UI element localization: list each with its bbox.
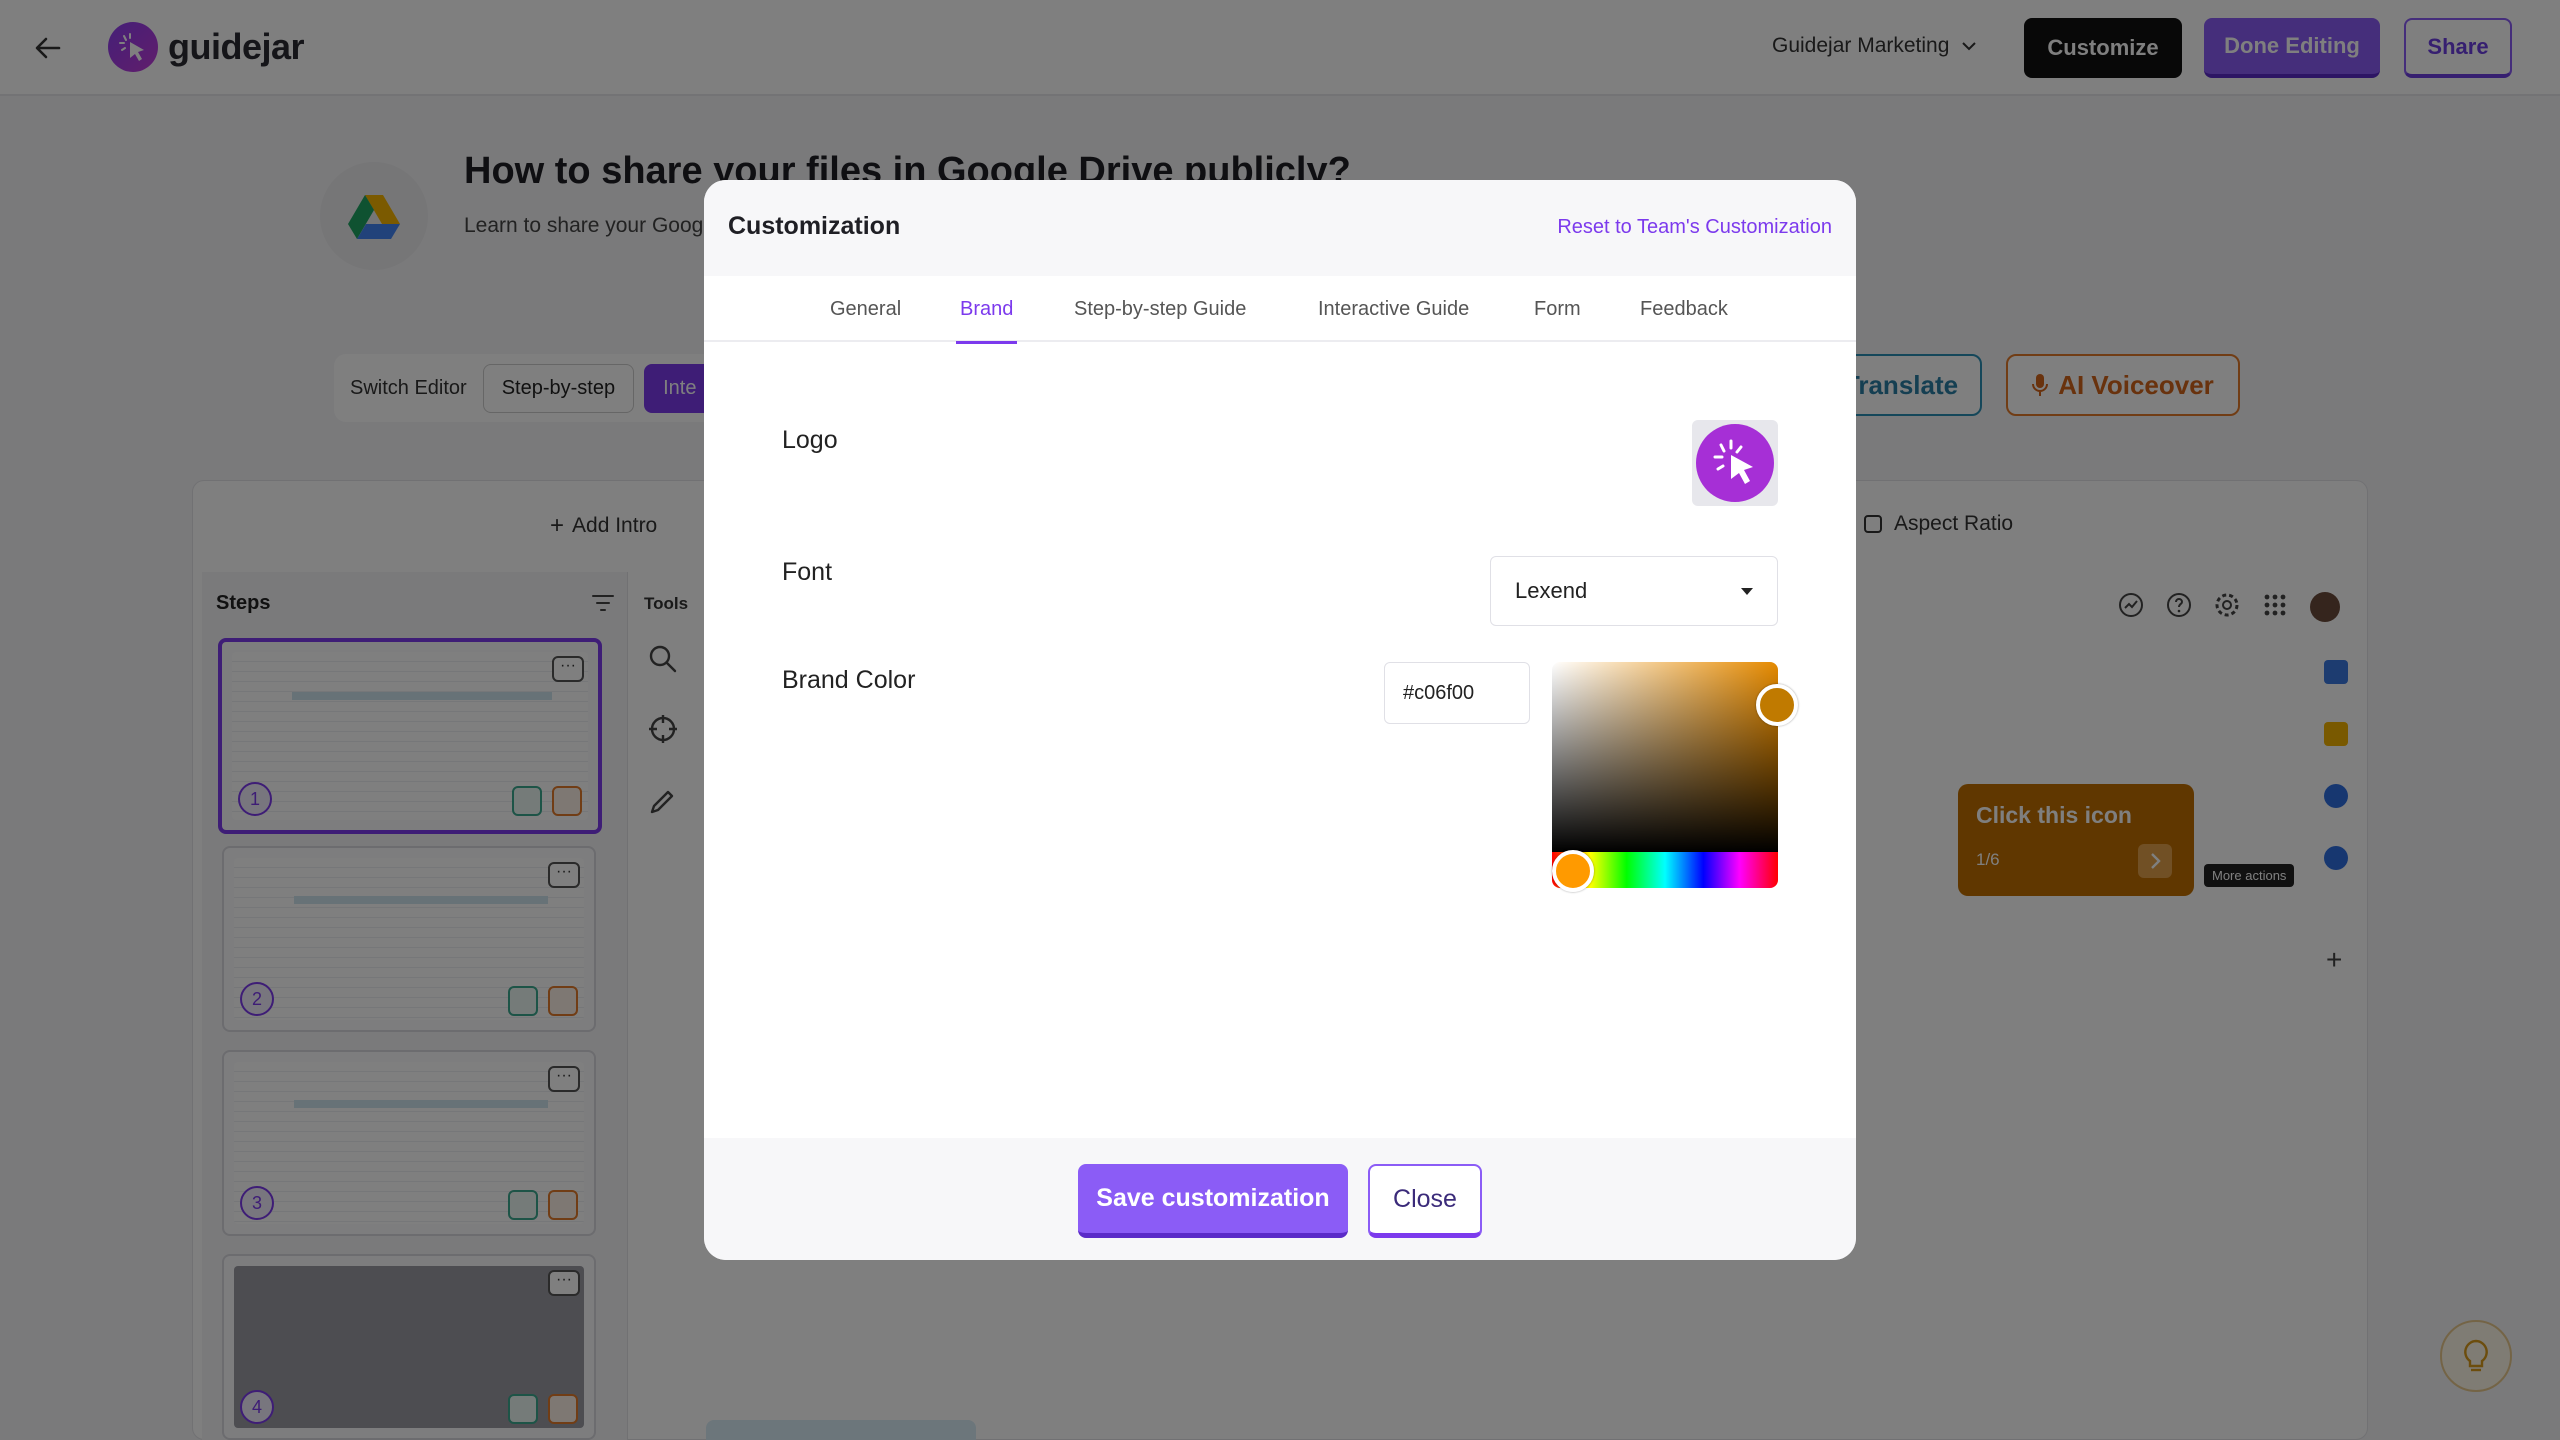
customization-tabs: General Brand Step-by-step Guide Interac… <box>704 276 1856 344</box>
brand-logo-icon <box>1696 424 1774 502</box>
customization-modal: Customization Reset to Team's Customizat… <box>704 180 1856 1260</box>
close-button[interactable]: Close <box>1368 1164 1482 1238</box>
hue-handle[interactable] <box>1552 850 1594 892</box>
logo-upload[interactable] <box>1692 420 1778 506</box>
logo-label: Logo <box>782 426 838 454</box>
tab-form[interactable]: Form <box>1534 276 1581 342</box>
saturation-area[interactable] <box>1552 662 1778 852</box>
save-customization-button[interactable]: Save customization <box>1078 1164 1348 1238</box>
tab-interactive-guide[interactable]: Interactive Guide <box>1318 276 1469 342</box>
font-label: Font <box>782 558 833 586</box>
tab-feedback[interactable]: Feedback <box>1640 276 1728 342</box>
font-select-value: Lexend <box>1515 578 1588 603</box>
tab-brand[interactable]: Brand <box>955 276 1018 344</box>
font-select[interactable]: Lexend <box>1490 556 1778 626</box>
caret-down-icon <box>1741 587 1753 595</box>
brand-color-hex-input[interactable]: #c06f00 <box>1384 662 1530 724</box>
brand-color-label: Brand Color <box>782 666 916 694</box>
saturation-handle[interactable] <box>1756 684 1798 726</box>
modal-header: Customization Reset to Team's Customizat… <box>704 180 1856 276</box>
modal-title: Customization <box>728 212 901 240</box>
tab-step-by-step-guide[interactable]: Step-by-step Guide <box>1074 276 1246 342</box>
tab-general[interactable]: General <box>830 276 901 342</box>
reset-team-customization-link[interactable]: Reset to Team's Customization <box>1557 216 1832 239</box>
